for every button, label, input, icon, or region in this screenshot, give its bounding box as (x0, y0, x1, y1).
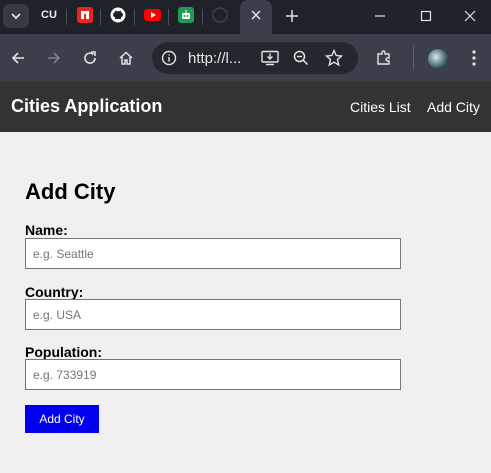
arrow-left-icon (11, 52, 24, 64)
name-label: Name: (25, 222, 68, 238)
address-bar[interactable]: http://l... (152, 42, 358, 74)
green-robot-favicon[interactable] (178, 7, 194, 23)
maximize-icon (420, 10, 432, 22)
arrow-right-icon (48, 52, 61, 64)
play-icon (150, 12, 156, 18)
maximize-button[interactable] (403, 0, 449, 32)
n-logo-icon (81, 11, 89, 19)
reload-button[interactable] (76, 44, 104, 72)
country-input[interactable] (25, 299, 401, 330)
new-tab-button[interactable] (281, 5, 303, 27)
population-label: Population: (25, 344, 102, 360)
back-button[interactable] (4, 44, 32, 72)
bookmark-star-icon[interactable] (324, 48, 344, 72)
site-info-icon[interactable] (161, 50, 177, 71)
tab-divider (66, 9, 67, 25)
forward-button[interactable] (40, 44, 68, 72)
cu-favicon[interactable]: CU (41, 7, 57, 23)
tab-close-button[interactable] (246, 5, 266, 25)
browser-tab-strip: CU (0, 0, 491, 34)
page-title: Add City (25, 179, 116, 204)
chevron-down-icon (11, 13, 21, 20)
browser-toolbar: http://l... (0, 34, 491, 82)
close-icon (251, 10, 261, 20)
kebab-menu-icon (472, 50, 476, 66)
add-city-button[interactable]: Add City (25, 405, 99, 433)
tab-divider (202, 9, 203, 25)
tab-search-button[interactable] (3, 4, 29, 28)
population-input[interactable] (25, 359, 401, 390)
reload-icon (84, 51, 96, 64)
minimize-icon (375, 15, 385, 17)
toolbar-divider (413, 46, 414, 70)
red-n-favicon[interactable] (77, 7, 93, 23)
install-app-icon[interactable] (261, 50, 279, 71)
zoom-icon[interactable] (293, 50, 309, 71)
home-icon (119, 51, 133, 65)
github-icon (212, 7, 228, 23)
browser-menu-button[interactable] (460, 44, 488, 72)
url-text[interactable]: http://l... (188, 50, 241, 67)
window-close-button[interactable] (447, 0, 491, 32)
github-favicon[interactable] (110, 7, 126, 23)
app-brand[interactable]: Cities Application (11, 96, 162, 117)
robot-icon (182, 10, 190, 19)
plus-icon (286, 10, 298, 22)
minimize-button[interactable] (357, 0, 403, 32)
app-navbar: Cities Application Cities List Add City (0, 82, 491, 132)
github-icon (110, 7, 126, 23)
country-label: Country: (25, 284, 84, 300)
profile-avatar[interactable] (428, 49, 448, 69)
puzzle-icon (377, 50, 390, 65)
nav-link-add-city[interactable]: Add City (427, 99, 480, 115)
name-input[interactable] (25, 238, 401, 269)
tab-divider (168, 9, 169, 25)
github-favicon-dim[interactable] (212, 7, 228, 23)
close-icon (464, 10, 476, 22)
youtube-favicon[interactable] (144, 9, 161, 21)
tab-divider (100, 9, 101, 25)
nav-link-cities-list[interactable]: Cities List (350, 99, 411, 115)
home-button[interactable] (112, 44, 140, 72)
extensions-button[interactable] (370, 44, 398, 72)
tab-divider (134, 9, 135, 25)
